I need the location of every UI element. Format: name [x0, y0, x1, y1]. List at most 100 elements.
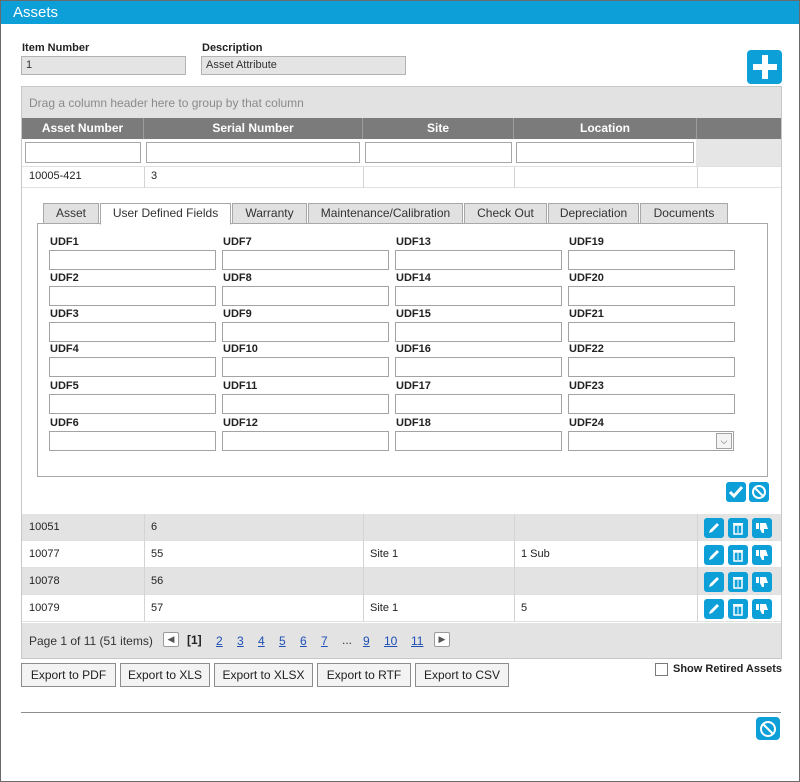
tab-check-out[interactable]: Check Out — [464, 203, 547, 224]
delete-button[interactable] — [728, 572, 748, 592]
udf2-input[interactable] — [49, 286, 216, 306]
column-header-asset-number[interactable]: Asset Number — [22, 118, 144, 139]
retire-button[interactable] — [752, 518, 772, 538]
close-button[interactable] — [756, 717, 780, 740]
column-header-site[interactable]: Site — [363, 118, 514, 139]
udf21-input[interactable] — [568, 322, 735, 342]
export-xlsx-button[interactable]: Export to XLSX — [214, 663, 313, 687]
pager-page-7[interactable]: 7 — [321, 634, 328, 648]
udf11-input[interactable] — [222, 394, 389, 414]
export-csv-button[interactable]: Export to CSV — [415, 663, 509, 687]
udf17-input[interactable] — [395, 394, 562, 414]
edit-button[interactable] — [704, 599, 724, 619]
udf4-label: UDF4 — [50, 343, 79, 355]
pager-page-5[interactable]: 5 — [279, 634, 286, 648]
cell-asset-number: 10077 — [29, 548, 60, 560]
cancel-edit-button[interactable] — [749, 482, 769, 502]
show-retired-checkbox[interactable] — [655, 663, 668, 676]
udf16-input[interactable] — [395, 357, 562, 377]
group-by-panel[interactable]: Drag a column header here to group by th… — [22, 87, 781, 118]
export-rtf-button[interactable]: Export to RTF — [317, 663, 411, 687]
filter-serial-number-input[interactable] — [146, 142, 360, 163]
pager-page-3[interactable]: 3 — [237, 634, 244, 648]
export-xls-button[interactable]: Export to XLS — [120, 663, 210, 687]
trash-icon — [733, 577, 743, 589]
cell-site: Site 1 — [370, 548, 399, 560]
column-header-serial-number[interactable]: Serial Number — [144, 118, 363, 139]
filter-site-input[interactable] — [365, 142, 512, 163]
udf24-select[interactable]: ⌵ — [568, 431, 734, 451]
cell-asset-number: 10078 — [29, 575, 60, 587]
udf23-input[interactable] — [568, 394, 735, 414]
add-asset-button[interactable] — [747, 50, 782, 84]
row-actions — [704, 572, 772, 592]
edit-button[interactable] — [704, 572, 724, 592]
udf8-label: UDF8 — [223, 272, 252, 284]
tab-maintenance-calibration[interactable]: Maintenance/Calibration — [308, 203, 463, 224]
assets-grid: Drag a column header here to group by th… — [21, 86, 782, 659]
udf4-input[interactable] — [49, 357, 216, 377]
export-pdf-button[interactable]: Export to PDF — [21, 663, 116, 687]
pencil-icon — [709, 550, 719, 560]
pager-page-10[interactable]: 10 — [384, 634, 397, 648]
udf18-input[interactable] — [395, 431, 562, 451]
udf16-label: UDF16 — [396, 343, 431, 355]
tab-documents[interactable]: Documents — [640, 203, 728, 224]
retire-button[interactable] — [752, 572, 772, 592]
table-row[interactable]: 10051 6 — [22, 514, 781, 541]
pager-ellipsis[interactable]: ... — [342, 633, 352, 647]
table-row[interactable]: 10077 55 Site 1 1 Sub — [22, 541, 781, 568]
edit-button[interactable] — [704, 518, 724, 538]
udf19-input[interactable] — [568, 250, 735, 270]
udf1-input[interactable] — [49, 250, 216, 270]
udf8-input[interactable] — [222, 286, 389, 306]
next-page-button[interactable]: ▶ — [434, 632, 450, 647]
udf11-label: UDF11 — [223, 380, 258, 392]
cell-asset-number: 10079 — [29, 602, 60, 614]
table-row[interactable]: 10078 56 — [22, 568, 781, 595]
udf10-input[interactable] — [222, 357, 389, 377]
pager-page-9[interactable]: 9 — [363, 634, 370, 648]
retire-button[interactable] — [752, 545, 772, 565]
cell-serial-number: 56 — [151, 575, 164, 587]
udf20-input[interactable] — [568, 286, 735, 306]
prev-page-button[interactable]: ◀ — [163, 632, 179, 647]
retire-button[interactable] — [752, 599, 772, 619]
filter-location-input[interactable] — [516, 142, 694, 163]
udf3-input[interactable] — [49, 322, 216, 342]
udf14-input[interactable] — [395, 286, 562, 306]
edit-button[interactable] — [704, 545, 724, 565]
pager-page-2[interactable]: 2 — [216, 634, 223, 648]
udf7-label: UDF7 — [223, 236, 252, 248]
delete-button[interactable] — [728, 518, 748, 538]
pager-page-11[interactable]: 11 — [411, 634, 423, 648]
udf13-input[interactable] — [395, 250, 562, 270]
udf15-input[interactable] — [395, 322, 562, 342]
udf5-input[interactable] — [49, 394, 216, 414]
trash-icon — [733, 604, 743, 616]
udf9-input[interactable] — [222, 322, 389, 342]
tab-user-defined-fields[interactable]: User Defined Fields — [100, 203, 231, 225]
udf22-input[interactable] — [568, 357, 735, 377]
udf12-input[interactable] — [222, 431, 389, 451]
column-header-location[interactable]: Location — [514, 118, 697, 139]
delete-button[interactable] — [728, 545, 748, 565]
udf6-input[interactable] — [49, 431, 216, 451]
footer-divider — [21, 712, 781, 713]
table-row-expanded[interactable]: 10005-421 3 — [22, 167, 781, 188]
tab-warranty[interactable]: Warranty — [232, 203, 307, 224]
column-divider — [697, 568, 698, 595]
thumbs-down-icon — [756, 550, 768, 560]
tab-asset[interactable]: Asset — [43, 203, 99, 224]
save-button[interactable] — [726, 482, 746, 502]
pager-page-4[interactable]: 4 — [258, 634, 265, 648]
tab-depreciation[interactable]: Depreciation — [548, 203, 639, 224]
pager-page-6[interactable]: 6 — [300, 634, 307, 648]
udf7-input[interactable] — [222, 250, 389, 270]
table-row[interactable]: 10079 57 Site 1 5 — [22, 595, 781, 622]
udf19-label: UDF19 — [569, 236, 604, 248]
udf-panel: UDF1 UDF2 UDF3 UDF4 UDF5 UDF6 UDF7 UDF8 … — [37, 223, 768, 477]
filter-asset-number-input[interactable] — [25, 142, 141, 163]
delete-button[interactable] — [728, 599, 748, 619]
chevron-down-icon[interactable]: ⌵ — [716, 433, 732, 449]
